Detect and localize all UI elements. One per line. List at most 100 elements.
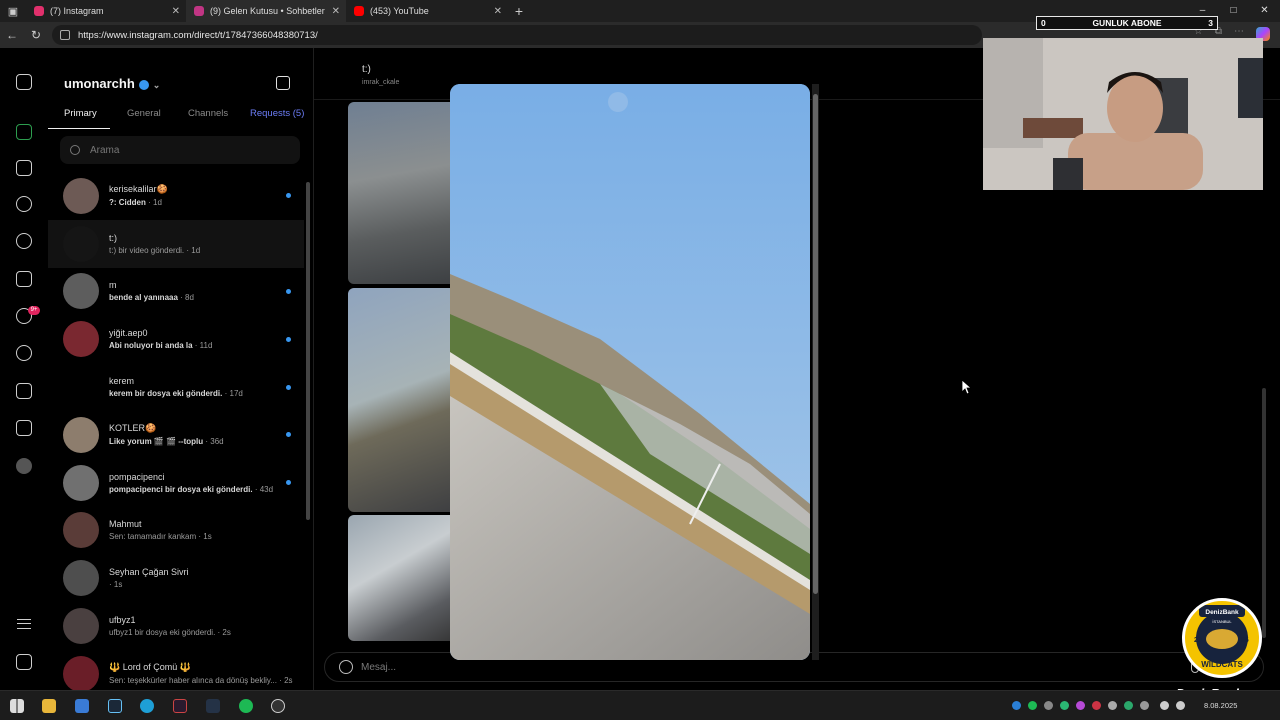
emoji-icon[interactable] — [339, 660, 353, 674]
tray-icon[interactable] — [1140, 701, 1149, 710]
chat-title[interactable]: t:) — [362, 64, 371, 75]
conversation-row[interactable]: Seyhan Çağan Sivri · 1s — [48, 554, 304, 602]
tray-icon[interactable] — [1108, 701, 1117, 710]
explore-icon[interactable] — [16, 233, 32, 249]
conversation-row[interactable]: Mahmut Sen: tamamadır kankam · 1s — [48, 507, 304, 555]
bluetooth-icon[interactable] — [1012, 701, 1021, 710]
tray-icon[interactable] — [1076, 701, 1085, 710]
url-field[interactable]: https://www.instagram.com/direct/t/17847… — [52, 25, 982, 45]
new-message-icon[interactable] — [276, 76, 290, 90]
steam-alt-icon[interactable] — [206, 699, 220, 713]
unread-dot — [286, 193, 291, 199]
preview-text: Sen: teşekkürler haber alınca da dönüş b… — [109, 676, 277, 686]
unread-dot — [286, 432, 291, 438]
store-icon[interactable] — [75, 699, 89, 713]
app-icon[interactable] — [173, 699, 187, 713]
tray-icon[interactable] — [1060, 701, 1069, 710]
conversation-preview: · 1s — [109, 580, 189, 589]
spotify-tray-icon[interactable] — [1028, 701, 1037, 710]
conversation-row[interactable]: pompacipenci pompacipenci bir dosya eki g… — [48, 459, 304, 507]
avatar — [63, 512, 99, 549]
avatar — [63, 464, 99, 501]
tray-icon[interactable] — [1124, 701, 1133, 710]
avatar — [63, 225, 99, 262]
conversation-preview: bende al yanınaaa · 8d — [109, 293, 194, 302]
tab-primary[interactable]: Primary — [64, 108, 97, 119]
conversation-row[interactable]: kerem kerem bir dosya eki gönderdi. · 17d — [48, 363, 304, 411]
sponsor-badge: DenizBank İSTANBUL 20 06 WILDCATS — [1182, 598, 1262, 678]
tab-youtube[interactable]: (453) YouTube ✕ — [346, 0, 508, 22]
start-button-icon[interactable] — [10, 699, 24, 713]
search-icon[interactable] — [16, 196, 32, 212]
media-viewer[interactable] — [450, 84, 810, 660]
more-icon[interactable]: ⋯ — [1234, 26, 1244, 37]
wifi-icon[interactable] — [1160, 701, 1169, 710]
conversation-row[interactable]: KOTLER🍪 Like yorum 🎬 🎬 --toplu · 36d — [48, 411, 304, 459]
spotify-icon[interactable] — [239, 699, 253, 713]
tray-icon[interactable] — [1044, 701, 1053, 710]
tab-close-icon[interactable]: ✕ — [172, 6, 180, 17]
obs-icon[interactable] — [271, 699, 285, 713]
profile-avatar[interactable] — [16, 458, 32, 474]
windows-taskbar: 8.08.2025 — [0, 690, 1280, 720]
file-explorer-icon[interactable] — [42, 699, 56, 713]
account-switcher[interactable]: umonarchh ⌄ — [64, 76, 160, 91]
refresh-button[interactable]: ↻ — [24, 28, 48, 42]
menu-icon[interactable] — [17, 619, 31, 629]
home-icon[interactable] — [16, 160, 32, 176]
tab-general[interactable]: General — [127, 108, 161, 119]
download-icon[interactable] — [16, 124, 32, 140]
close-window-button[interactable]: ✕ — [1249, 0, 1280, 22]
message-input[interactable] — [361, 661, 1121, 673]
heart-icon[interactable] — [16, 345, 32, 361]
avatar — [63, 608, 99, 645]
tab-close-icon[interactable]: ✕ — [494, 6, 502, 17]
conversation-row[interactable]: kerisekalilar🍪 ?: Cidden · 1d — [48, 172, 304, 220]
conversation-row[interactable]: m bende al yanınaaa · 8d — [48, 268, 304, 316]
back-button[interactable]: ← — [0, 28, 24, 42]
conversation-row[interactable]: yiğit.aep0 Abi noluyor bi anda la · 11d — [48, 315, 304, 363]
conversation-scrollbar[interactable] — [306, 182, 310, 520]
dashboard-icon[interactable] — [16, 420, 32, 436]
instagram-favicon-icon — [194, 6, 204, 16]
preview-text: pompacipenci bir dosya eki gönderdi. — [109, 484, 253, 494]
conversation-row[interactable]: ufbyz1 ufbyz1 bir dosya eki gönderdi. · 2… — [48, 602, 304, 650]
system-clock[interactable]: 8.08.2025 — [1204, 698, 1237, 710]
edge-browser-icon[interactable] — [140, 699, 154, 713]
new-tab-button[interactable]: + — [508, 3, 530, 19]
steam-icon[interactable] — [108, 699, 122, 713]
tab-channels[interactable]: Channels — [188, 108, 228, 119]
search-input[interactable] — [90, 144, 270, 156]
avatar — [63, 560, 99, 597]
volume-icon[interactable] — [1176, 701, 1185, 710]
tab-inbox[interactable]: (9) Gelen Kutusu • Sohbetler ✕ — [186, 0, 346, 22]
scrollbar-thumb[interactable] — [813, 94, 818, 594]
tab-actions-icon[interactable]: ▣ — [0, 0, 26, 22]
tab-instagram[interactable]: (7) Instagram ✕ — [26, 0, 186, 22]
sponsor-badge-text: DenizBank — [1205, 609, 1239, 616]
video-message-thumbnail[interactable] — [348, 102, 458, 284]
account-name: umonarchh — [64, 76, 135, 91]
create-icon[interactable] — [16, 383, 32, 399]
instagram-logo-icon[interactable] — [16, 74, 32, 90]
tray-icon[interactable] — [1092, 701, 1101, 710]
chat-scrollbar[interactable] — [1262, 388, 1266, 638]
daily-subscriber-counter: 0 GUNLUK ABONE 3 — [1036, 16, 1218, 30]
also-from-meta-icon[interactable] — [16, 654, 32, 670]
sponsor-badge-year-right: 06 — [1241, 637, 1249, 644]
tab-requests[interactable]: Requests (5) — [250, 108, 304, 119]
tab-close-icon[interactable]: ✕ — [332, 6, 340, 17]
reels-icon[interactable] — [16, 271, 32, 287]
maximize-button[interactable]: □ — [1218, 0, 1249, 22]
conversation-preview: ufbyz1 bir dosya eki gönderdi. · 2s — [109, 628, 231, 637]
video-message-thumbnail[interactable] — [348, 288, 458, 512]
conversation-row[interactable]: t:) t:) bir video gönderdi. · 1d — [48, 219, 304, 268]
conversation-name: yiğit.aep0 — [109, 328, 148, 339]
video-message-thumbnail[interactable] — [348, 515, 458, 641]
conversation-preview: Sen: tamamadır kankam · 1s — [109, 532, 212, 541]
viewer-scrollbar[interactable] — [812, 84, 819, 660]
preview-text: ufbyz1 bir dosya eki gönderdi. — [109, 628, 216, 638]
sponsor-badge-team: WILDCATS — [1201, 660, 1243, 669]
tab-title: (9) Gelen Kutusu • Sohbetler — [210, 6, 325, 16]
preview-text: bende al yanınaaa — [109, 293, 178, 303]
